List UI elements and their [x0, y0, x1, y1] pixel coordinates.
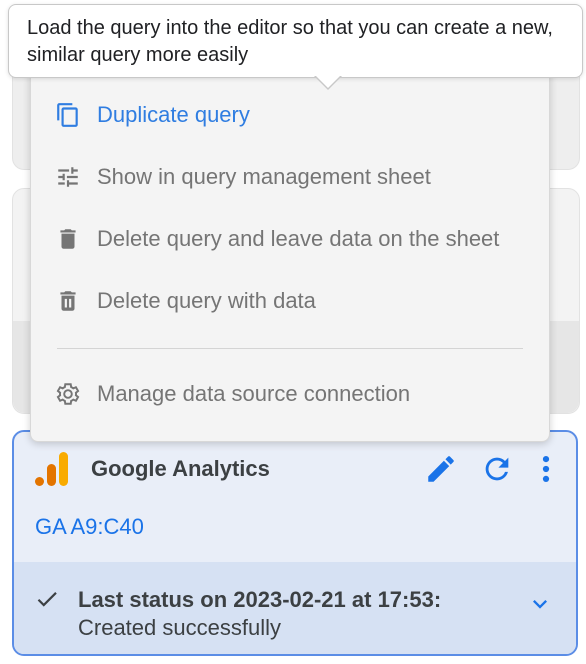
- menu-item-label: Show in query management sheet: [97, 164, 431, 189]
- range-link[interactable]: GA A9:C40: [35, 514, 144, 540]
- gear-icon: [56, 383, 80, 405]
- more-vert-icon[interactable]: [536, 452, 556, 486]
- copy-icon: [57, 103, 78, 127]
- menu-item-label: Delete query and leave data on the sheet: [97, 226, 500, 251]
- menu-divider: [57, 348, 523, 349]
- menu-item-manage-connection[interactable]: Manage data source connection: [31, 370, 549, 418]
- chevron-down-icon[interactable]: [526, 590, 554, 618]
- trash-icon: [60, 229, 76, 249]
- tooltip-text: Load the query into the editor so that y…: [27, 17, 553, 66]
- refresh-icon[interactable]: [480, 452, 514, 486]
- query-actions-menu: Duplicate query Show in query management…: [30, 62, 550, 442]
- card-title: Google Analytics: [91, 456, 270, 481]
- status-detail: Created successfully: [78, 615, 281, 640]
- menu-item-label: Duplicate query: [97, 102, 250, 127]
- menu-item-label: Delete query with data: [97, 288, 316, 313]
- data-source-card[interactable]: Google Analytics GA A9:C40 Last status o…: [12, 430, 578, 656]
- menu-item-delete-with-data[interactable]: Delete query with data: [31, 277, 549, 325]
- status-text: Last status on 2023-02-21 at 17:53:: [78, 587, 442, 612]
- tune-icon: [58, 167, 78, 187]
- edit-icon[interactable]: [424, 452, 458, 486]
- tooltip: Load the query into the editor so that y…: [8, 4, 583, 78]
- tooltip-arrow: [314, 75, 342, 90]
- analytics-logo-icon: [35, 452, 68, 486]
- check-icon: [37, 592, 57, 607]
- menu-item-show-in-sheet[interactable]: Show in query management sheet: [31, 153, 549, 201]
- menu-item-duplicate-query[interactable]: Duplicate query: [31, 91, 549, 139]
- status-bar[interactable]: Last status on 2023-02-21 at 17:53: Crea…: [14, 562, 576, 654]
- menu-item-label: Manage data source connection: [97, 381, 411, 406]
- menu-item-delete-keep-data[interactable]: Delete query and leave data on the sheet: [31, 215, 549, 263]
- trash-outline-icon: [60, 291, 76, 311]
